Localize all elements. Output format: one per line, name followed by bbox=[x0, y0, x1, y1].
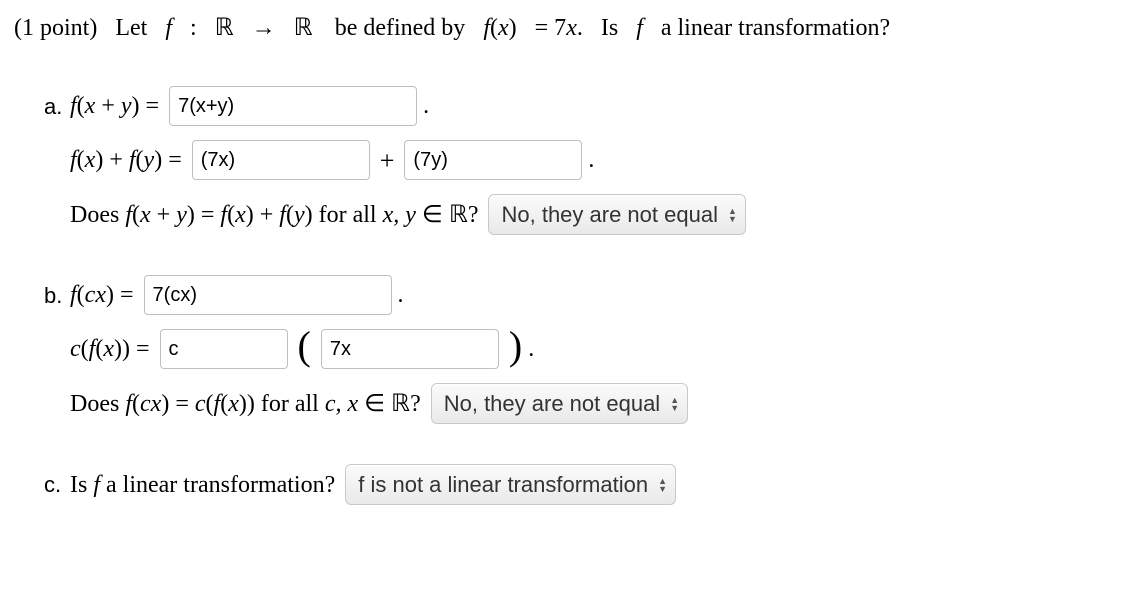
points-label: (1 point) bbox=[14, 15, 97, 41]
input-a-fxy[interactable] bbox=[169, 86, 417, 126]
input-a-fx[interactable] bbox=[192, 140, 370, 180]
f-var-2: f bbox=[636, 15, 643, 41]
part-c: c. Is f a linear transformation? f is no… bbox=[44, 464, 1124, 505]
part-a: a. f(x + y) = . f(x) + f(y) = + . Does f… bbox=[44, 86, 1124, 235]
select-b-homogeneity[interactable]: No, they are not equal ▲▼ bbox=[431, 383, 688, 424]
arrow-icon: → bbox=[252, 10, 276, 46]
real-domain: ℝ bbox=[215, 15, 234, 41]
input-b-fx[interactable] bbox=[321, 329, 499, 369]
defined-text: be defined by bbox=[335, 15, 466, 41]
eq-7: = 7 bbox=[535, 15, 567, 41]
tail-text: a linear transformation? bbox=[661, 15, 890, 41]
select-b-value: No, they are not equal bbox=[444, 387, 660, 420]
select-c-value: f is not a linear transformation bbox=[358, 468, 648, 501]
caret-icon: ▲▼ bbox=[670, 396, 679, 412]
caret-icon: ▲▼ bbox=[658, 477, 667, 493]
question-prompt: (1 point) Let f : ℝ → ℝ be defined by f(… bbox=[14, 10, 1124, 46]
big-paren-close: ) bbox=[509, 336, 522, 356]
part-a-label: a. bbox=[44, 90, 70, 123]
input-a-fy[interactable] bbox=[404, 140, 582, 180]
select-a-value: No, they are not equal bbox=[501, 198, 717, 231]
colon: : bbox=[190, 15, 197, 41]
caret-icon: ▲▼ bbox=[728, 207, 737, 223]
does-text-a: Does bbox=[70, 197, 119, 233]
part-b: b. f(cx) = . c(f(x)) = ( ) . Does f(cx) … bbox=[44, 275, 1124, 424]
is-text: Is bbox=[601, 15, 618, 41]
let-text: Let bbox=[115, 15, 147, 41]
x-var: x bbox=[498, 15, 509, 41]
does-text-b: Does bbox=[70, 386, 119, 422]
part-b-label: b. bbox=[44, 279, 70, 312]
select-a-additivity[interactable]: No, they are not equal ▲▼ bbox=[488, 194, 745, 235]
f-var: f bbox=[165, 15, 172, 41]
part-c-label: c. bbox=[44, 468, 70, 501]
select-c-linear[interactable]: f is not a linear transformation ▲▼ bbox=[345, 464, 676, 505]
input-b-c[interactable] bbox=[160, 329, 288, 369]
real-codomain: ℝ bbox=[294, 15, 313, 41]
f-of-x: f bbox=[483, 15, 490, 41]
big-paren-open: ( bbox=[298, 336, 311, 356]
input-b-fcx[interactable] bbox=[144, 275, 392, 315]
